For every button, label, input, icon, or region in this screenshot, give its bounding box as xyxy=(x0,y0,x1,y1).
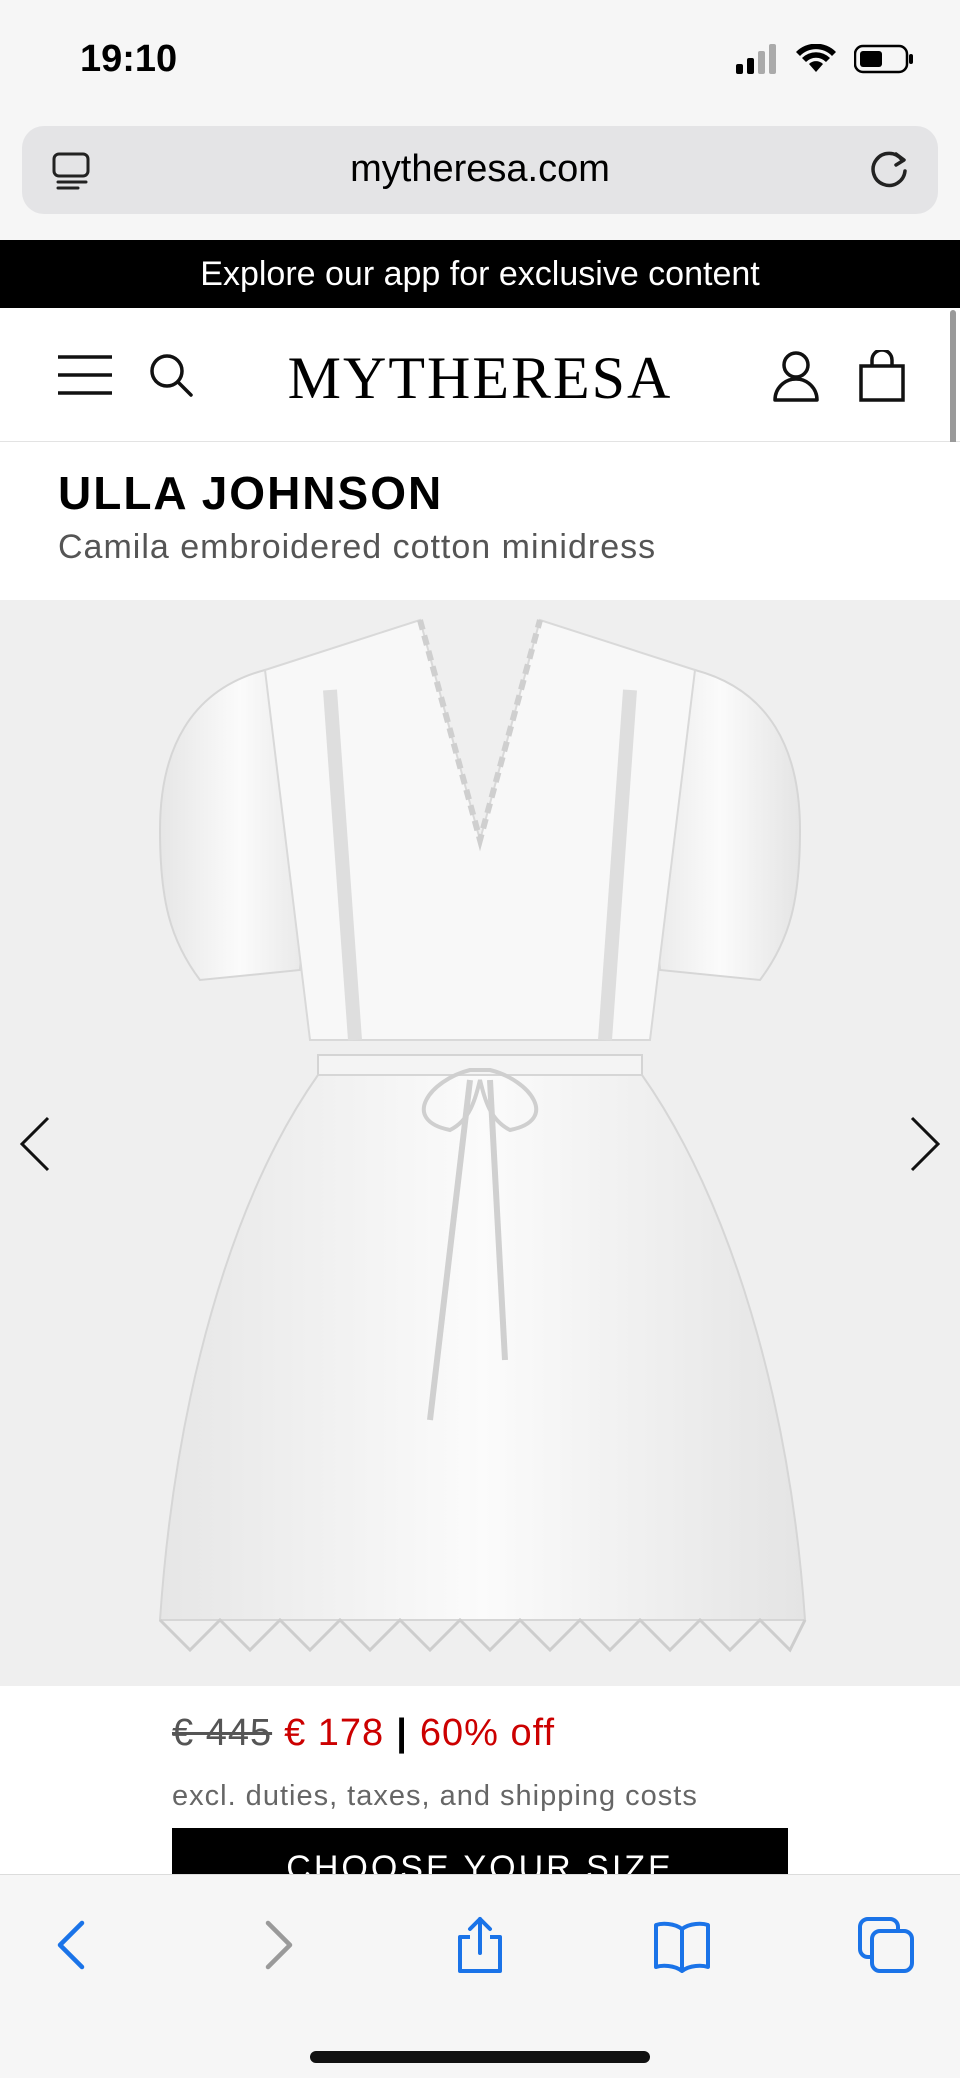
home-indicator[interactable] xyxy=(310,2051,650,2063)
price-line: € 445 € 178 | 60% off xyxy=(172,1712,555,1755)
status-time: 19:10 xyxy=(80,38,178,80)
price-separator: | xyxy=(396,1712,408,1754)
reload-icon[interactable] xyxy=(866,146,912,192)
tabs-icon[interactable] xyxy=(856,1915,916,1975)
back-icon[interactable] xyxy=(42,1915,102,1975)
product-title: Camila embroidered cotton minidress xyxy=(58,528,657,566)
bag-icon[interactable] xyxy=(858,350,906,402)
price-note: excl. duties, taxes, and shipping costs xyxy=(172,1780,698,1812)
discount-label: 60% off xyxy=(419,1712,556,1754)
price-block: € 445 € 178 | 60% off excl. duties, taxe… xyxy=(0,1686,960,1908)
address-bar[interactable]: mytheresa.com xyxy=(22,126,938,214)
account-icon[interactable] xyxy=(772,350,820,402)
sale-price: € 178 xyxy=(284,1712,385,1754)
site-header: MYTHERESA xyxy=(0,308,960,442)
chevron-right-icon[interactable] xyxy=(904,1114,944,1174)
chevron-left-icon[interactable] xyxy=(16,1114,56,1174)
forward-icon[interactable] xyxy=(248,1915,308,1975)
share-icon[interactable] xyxy=(450,1915,510,1975)
product-header: ULLA JOHNSON Camila embroidered cotton m… xyxy=(0,442,960,600)
bookmarks-icon[interactable] xyxy=(652,1915,712,1975)
status-bar: 19:10 xyxy=(0,0,960,120)
status-icons xyxy=(736,44,914,74)
product-image xyxy=(158,618,807,1653)
browser-toolbar xyxy=(0,1874,960,2078)
url-text[interactable]: mytheresa.com xyxy=(22,148,938,191)
original-price: € 445 xyxy=(172,1712,273,1754)
product-gallery[interactable] xyxy=(0,600,960,1686)
promo-banner[interactable]: Explore our app for exclusive content xyxy=(0,240,960,308)
wifi-icon xyxy=(796,44,836,72)
battery-icon xyxy=(854,44,913,74)
signal-icon xyxy=(736,44,776,74)
brand-name[interactable]: ULLA JOHNSON xyxy=(58,466,443,520)
